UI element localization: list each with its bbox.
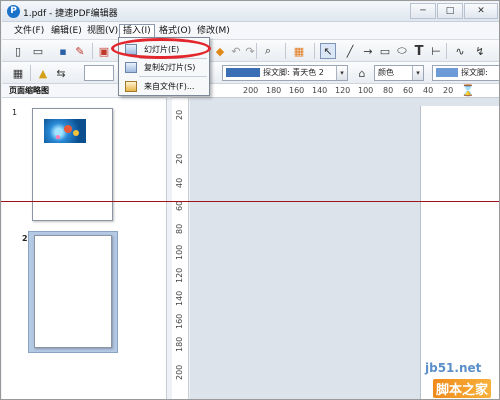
ruler-tick: 20 [175,109,184,120]
menu-item-from-file[interactable]: 来自文件(F)... [120,78,208,95]
paste-icon[interactable]: ◆ [212,43,228,59]
callout-tool-icon[interactable]: ⊢ [428,43,444,59]
thumbnail-image [44,119,86,143]
ruler-tick: 20 [175,153,184,164]
app-window: P 1.pdf - 捷速PDF编辑器 ─ □ ✕ 文件(F) 编辑(E) 视图(… [0,0,500,400]
warning-icon[interactable]: ▲ [35,65,51,81]
text-tool-icon[interactable]: T [411,43,427,59]
divider-line [1,201,499,202]
window-controls: ─ □ ✕ [409,3,498,19]
title-bar: P 1.pdf - 捷速PDF编辑器 ─ □ ✕ [2,2,499,22]
ruler-tick: 20 [443,86,454,95]
rectangle-tool-icon[interactable]: ▭ [377,43,393,59]
insert-image-icon[interactable]: ▦ [291,43,307,59]
area-style-select[interactable]: 探文脚: [432,65,499,81]
ruler-tick: 60 [403,86,414,95]
highlight-annotation [111,38,211,59]
ruler-tick: 80 [175,223,184,234]
fill-bucket-icon[interactable]: ⌂ [354,65,370,81]
standard-toolbar: ▯ ▭ ▪ ✎ ▣ ◆ ↶ ↷ ⌕ ▦ ↖ ╱ → ▭ ⬭ T ⊢ ∿ ↯ [2,40,499,62]
ruler-tick: 160 [289,86,305,95]
menu-insert[interactable]: 插入(I) [119,24,155,38]
pdf-export-icon[interactable]: ▣ [96,43,112,59]
slide-thumbnail-2-selection[interactable] [28,231,118,353]
edit-icon[interactable]: ✎ [72,43,88,59]
ruler-tick: 200 [175,364,184,380]
area-style-label: 探文脚: [461,68,488,77]
color-select[interactable]: 颜色 ▾ [374,65,424,81]
curve-tool-icon[interactable]: ∿ [452,43,468,59]
ruler-tick: 200 [243,86,259,95]
slide-thumbnail-2[interactable] [34,235,112,348]
ruler-tick: 140 [175,290,184,306]
ruler-tick: 100 [358,86,374,95]
zoom-icon[interactable]: ⌕ [260,43,276,59]
slide-number: 2 [22,234,28,243]
chevron-down-icon[interactable]: ▾ [412,66,423,80]
ruler-tick: 120 [335,86,351,95]
slide-thumbnail-1[interactable] [32,108,113,221]
connector-tool-icon[interactable]: ↯ [472,43,488,59]
menu-item-label: 来自文件(F)... [144,82,195,91]
menu-modify[interactable]: 修改(M) [194,24,233,38]
menu-view[interactable]: 视图(V) [84,24,121,38]
area-color-swatch [436,68,458,77]
ruler-tick: 40 [175,177,184,188]
ruler-tick: 100 [175,244,184,260]
menu-bar: 文件(F) 编辑(E) 视图(V) 插入(I) 格式(O) 修改(M) [2,22,499,40]
pdf-app-icon: P [7,5,20,18]
fill-color-select[interactable]: 探文脚: 青天色 2 ▾ [222,65,348,81]
ruler-tick: 160 [175,313,184,329]
fill-color-swatch [226,68,260,77]
duplicate-slide-icon [125,62,137,73]
select-pointer-icon[interactable]: ↖ [320,43,336,59]
watermark-site-name: 脚本之家 [433,379,492,398]
ruler-marker-icon[interactable]: ⌛ [461,84,475,97]
maximize-button[interactable]: □ [437,3,463,19]
new-document-icon[interactable]: ▯ [10,43,26,59]
menu-edit[interactable]: 编辑(E) [48,24,85,38]
ruler-tick: 140 [312,86,328,95]
ruler-tick: 80 [383,86,394,95]
color-select-label: 颜色 [378,68,394,77]
ruler-tick: 60 [175,200,184,211]
file-icon [125,81,137,92]
menu-format[interactable]: 格式(O) [156,24,194,38]
editing-workspace[interactable] [190,98,499,399]
line-ends-icon[interactable]: ⇆ [53,65,69,81]
watermark-domain: jb51.net [425,361,482,375]
chevron-down-icon[interactable]: ▾ [336,66,347,80]
line-tool-icon[interactable]: ╱ [342,43,358,59]
menu-item-label: 复制幻灯片(S) [144,63,196,72]
ruler-tick: 120 [175,267,184,283]
minimize-button[interactable]: ─ [410,3,436,19]
ruler-tick: 180 [266,86,282,95]
menu-item-duplicate-slide[interactable]: 复制幻灯片(S) [120,59,208,76]
line-style-select[interactable] [84,65,114,81]
menu-file[interactable]: 文件(F) [11,24,47,38]
open-folder-icon[interactable]: ▭ [30,43,46,59]
slide-number: 1 [12,108,18,117]
grid-icon[interactable]: ▦ [10,65,26,81]
thumbnail-panel: 1 2 [2,98,167,399]
horizontal-ruler: 200 180 160 140 120 100 80 60 40 20 ⌛ [171,84,499,98]
fill-color-label: 探文脚: 青天色 2 [263,68,324,77]
ruler-tick: 40 [423,86,434,95]
format-toolbar: ▦ ▲ ⇆ 探文脚: 青天色 2 ▾ ⌂ 颜色 ▾ 探文脚: [2,62,499,84]
current-page[interactable] [420,106,499,399]
close-button[interactable]: ✕ [464,3,498,19]
ruler-tick: 180 [175,336,184,352]
window-title: 1.pdf - 捷速PDF编辑器 [23,9,118,19]
arrow-tool-icon[interactable]: → [360,43,376,59]
vertical-ruler: 20 20 40 60 80 100 120 140 160 180 200 [172,98,189,399]
save-icon[interactable]: ▪ [55,43,71,59]
ellipse-tool-icon[interactable]: ⬭ [394,43,410,59]
